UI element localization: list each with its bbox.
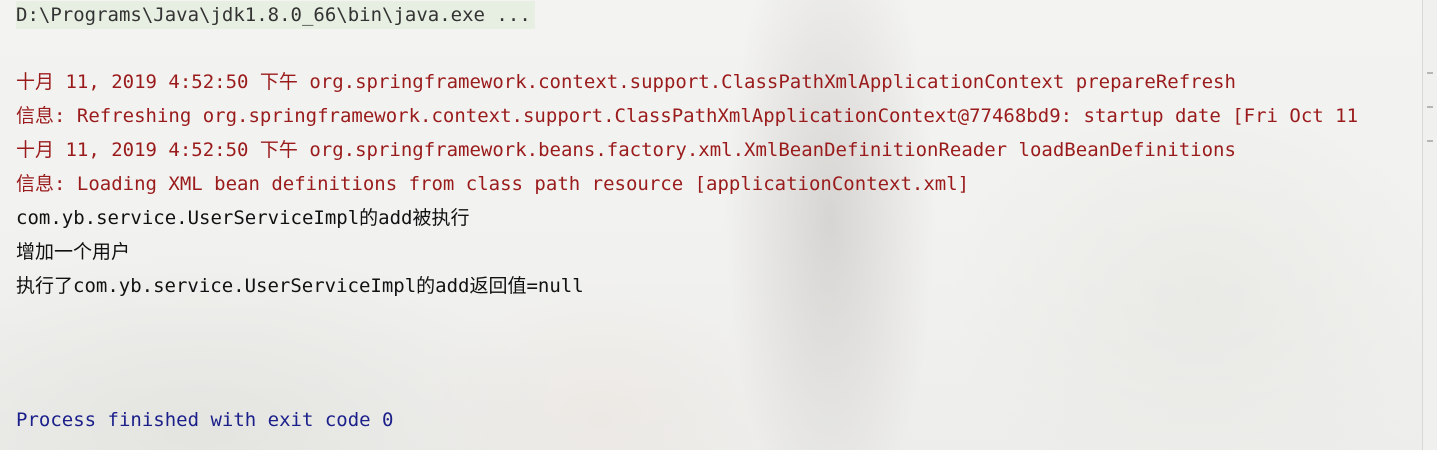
output-line-1: com.yb.service.UserServiceImpl的add被执行 bbox=[16, 207, 470, 229]
run-command-line[interactable]: D:\Programs\Java\jdk1.8.0_66\bin\java.ex… bbox=[16, 1, 535, 29]
exit-code-message: Process finished with exit code 0 bbox=[16, 409, 394, 431]
log-line-4: 信息: Loading XML bean definitions from cl… bbox=[16, 173, 970, 195]
log-line-2: 信息: Refreshing org.springframework.conte… bbox=[16, 105, 1359, 127]
log-line-3: 十月 11, 2019 4:52:50 下午 org.springframewo… bbox=[16, 139, 1236, 161]
scroll-marker bbox=[1427, 140, 1433, 142]
scroll-marker bbox=[1427, 72, 1433, 74]
output-line-2: 增加一个用户 bbox=[16, 241, 131, 263]
run-console-output[interactable]: D:\Programs\Java\jdk1.8.0_66\bin\java.ex… bbox=[0, 0, 1423, 450]
log-line-1: 十月 11, 2019 4:52:50 下午 org.springframewo… bbox=[16, 71, 1236, 93]
output-line-3: 执行了com.yb.service.UserServiceImpl的add返回值… bbox=[16, 275, 584, 297]
console-scrollbar[interactable] bbox=[1422, 0, 1437, 450]
scroll-marker bbox=[1427, 106, 1433, 108]
